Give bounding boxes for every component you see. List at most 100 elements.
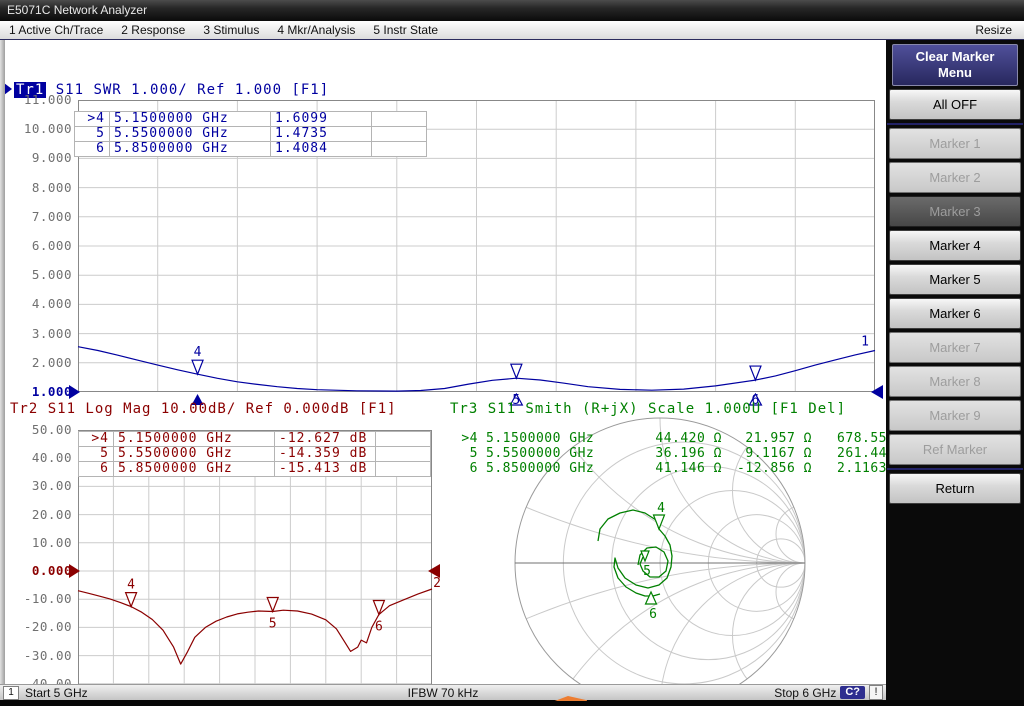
trace-annotation-label: 2: [433, 576, 441, 591]
start-frequency-label: Start 5 GHz: [25, 686, 88, 700]
trace-annotation-label: 4: [657, 501, 665, 516]
display-area: Tr1 S11 SWR 1.000/ Ref 1.000 [F1] 11.000…: [0, 40, 886, 700]
trace-annotation-label: 4: [194, 345, 202, 360]
y-axis-label: 10.00: [32, 536, 72, 550]
marker-4-button[interactable]: Marker 4: [889, 230, 1021, 261]
return-button[interactable]: Return: [889, 473, 1021, 504]
y-axis-label: 7.000: [32, 210, 72, 224]
marker-readout-cell: >4: [79, 432, 114, 447]
y-axis-label: 30.00: [32, 479, 72, 493]
title-bar: E5071C Network Analyzer: [0, 0, 1024, 21]
marker-8-button: Marker 8: [889, 366, 1021, 397]
marker-readout-cell: 5.1500000 GHz: [114, 432, 275, 447]
all-off-button[interactable]: All OFF: [889, 89, 1021, 120]
softkey-menu-title-line1: Clear Marker: [893, 49, 1017, 65]
menu-1-active-ch-trace[interactable]: 1 Active Ch/Trace: [0, 23, 112, 37]
tr2-y-axis: 50.0040.0030.0020.0010.000.000-10.00-20.…: [4, 430, 72, 706]
marker-readout-cell: -15.413 dB: [275, 462, 376, 477]
menu-4-mkr-analysis[interactable]: 4 Mkr/Analysis: [268, 23, 364, 37]
y-axis-label: -10.00: [24, 592, 72, 606]
marker-readout-cell: [372, 112, 427, 127]
marker-readout-cell: 6: [452, 461, 478, 476]
marker-readout-row: 55.5500000 GHz1.4735: [75, 127, 427, 142]
marker-readout-row: 55.5500000 GHz-14.359 dB: [79, 447, 431, 462]
marker-readout-cell: 5: [75, 127, 110, 142]
marker-3-button[interactable]: Marker 3: [889, 196, 1021, 227]
y-axis-label: 6.000: [32, 239, 72, 253]
marker-readout-row: >45.1500000 GHz1.6099: [75, 112, 427, 127]
y-axis-label: -20.00: [24, 620, 72, 634]
marker-readout-cell: 1.4735: [271, 127, 372, 142]
ifbw-label: IFBW 70 kHz: [408, 686, 479, 700]
marker-readout-cell: 5.1500000 GHz: [478, 431, 638, 446]
menu-items: 1 Active Ch/Trace2 Response3 Stimulus4 M…: [0, 23, 447, 37]
status-right-group: Stop 6 GHz C? !: [774, 685, 883, 700]
softkey-buttons: All OFFMarker 1Marker 2Marker 3Marker 4M…: [886, 89, 1024, 504]
ref-marker-button: Ref Marker: [889, 434, 1021, 465]
marker-readout-cell: [376, 447, 431, 462]
y-axis-label: 9.000: [32, 151, 72, 165]
marker-5-button[interactable]: Marker 5: [889, 264, 1021, 295]
y-axis-label: 20.00: [32, 508, 72, 522]
marker-readout-cell: 36.196 Ω: [638, 446, 722, 461]
marker-readout-cell: 5.5500000 GHz: [114, 447, 275, 462]
window-frame-bottom: [0, 700, 1024, 706]
trace-annotation-label: 5: [643, 564, 651, 579]
trace-annotation-label: 1: [861, 335, 869, 350]
marker-readout-cell: 9.1167 Ω: [722, 446, 812, 461]
softkey-menu-title: Clear Marker Menu: [892, 44, 1018, 86]
channel-number-badge: 1: [3, 686, 19, 700]
softkey-menu-title-line2: Menu: [893, 65, 1017, 81]
y-axis-label: 8.000: [32, 181, 72, 195]
trace-annotation-label: 6: [649, 607, 657, 622]
trace2-header[interactable]: Tr2 S11 Log Mag 10.00dB/ Ref 0.000dB [F1…: [10, 401, 397, 418]
active-trace-arrow-icon: [4, 83, 12, 95]
marker-readout-cell: 6: [79, 462, 114, 477]
marker-readout-cell: 5: [452, 446, 478, 461]
marker-readout-row: 65.8500000 GHz-15.413 dB: [79, 462, 431, 477]
status-bar: 1 Start 5 GHz IFBW 70 kHz Stop 6 GHz C? …: [0, 684, 886, 700]
softkey-sidebar: Clear Marker Menu All OFFMarker 1Marker …: [886, 40, 1024, 706]
y-axis-label: 4.000: [32, 297, 72, 311]
y-axis-label: 5.000: [32, 268, 72, 282]
trace-annotation-label: 5: [269, 616, 277, 631]
marker-readout-cell: 5.8500000 GHz: [110, 142, 271, 157]
marker-readout-cell: 1.6099: [271, 112, 372, 127]
y-axis-label: -30.00: [24, 649, 72, 663]
window-title: E5071C Network Analyzer: [7, 3, 147, 17]
softkey-separator: [887, 468, 1023, 470]
softkey-separator: [887, 123, 1023, 125]
trace2-format-label: Tr2 S11 Log Mag 10.00dB/ Ref 0.000dB [F1…: [10, 401, 397, 417]
marker-6-button[interactable]: Marker 6: [889, 298, 1021, 329]
trace-annotation-label: 4: [127, 578, 135, 593]
marker-readout-cell: >4: [452, 431, 478, 446]
marker-readout-cell: -14.359 dB: [275, 447, 376, 462]
marker-2-button: Marker 2: [889, 162, 1021, 193]
marker-readout-cell: 5.1500000 GHz: [110, 112, 271, 127]
warning-indicator: !: [869, 685, 883, 700]
marker-readout-cell: 41.146 Ω: [638, 461, 722, 476]
marker-readout-cell: 5.8500000 GHz: [114, 462, 275, 477]
marker-readout-cell: [372, 127, 427, 142]
correction-status-badge: C?: [840, 686, 865, 699]
marker-9-button: Marker 9: [889, 400, 1021, 431]
menu-3-stimulus[interactable]: 3 Stimulus: [194, 23, 268, 37]
tr1-marker-readout: >45.1500000 GHz1.609955.5500000 GHz1.473…: [74, 111, 427, 157]
y-axis-label: 1.000: [32, 385, 72, 399]
menu-2-response[interactable]: 2 Response: [112, 23, 194, 37]
marker-readout-cell: 5.5500000 GHz: [110, 127, 271, 142]
tr2-marker-readout: >45.1500000 GHz-12.627 dB55.5500000 GHz-…: [78, 431, 431, 477]
marker-readout-cell: 5.8500000 GHz: [478, 461, 638, 476]
menu-resize[interactable]: Resize: [966, 23, 1024, 37]
marker-readout-cell: [376, 462, 431, 477]
y-axis-label: 2.000: [32, 356, 72, 370]
marker-readout-cell: [372, 142, 427, 157]
marker-readout-cell: 44.420 Ω: [638, 431, 722, 446]
trace1-format-label: S11 SWR 1.000/ Ref 1.000 [F1]: [46, 82, 329, 98]
marker-1-button: Marker 1: [889, 128, 1021, 159]
y-axis-label: 50.00: [32, 423, 72, 437]
marker-readout-cell: 21.957 Ω: [722, 431, 812, 446]
menu-5-instr-state[interactable]: 5 Instr State: [364, 23, 447, 37]
y-axis-label: 10.000: [24, 122, 72, 136]
y-axis-label: 11.000: [24, 93, 72, 107]
